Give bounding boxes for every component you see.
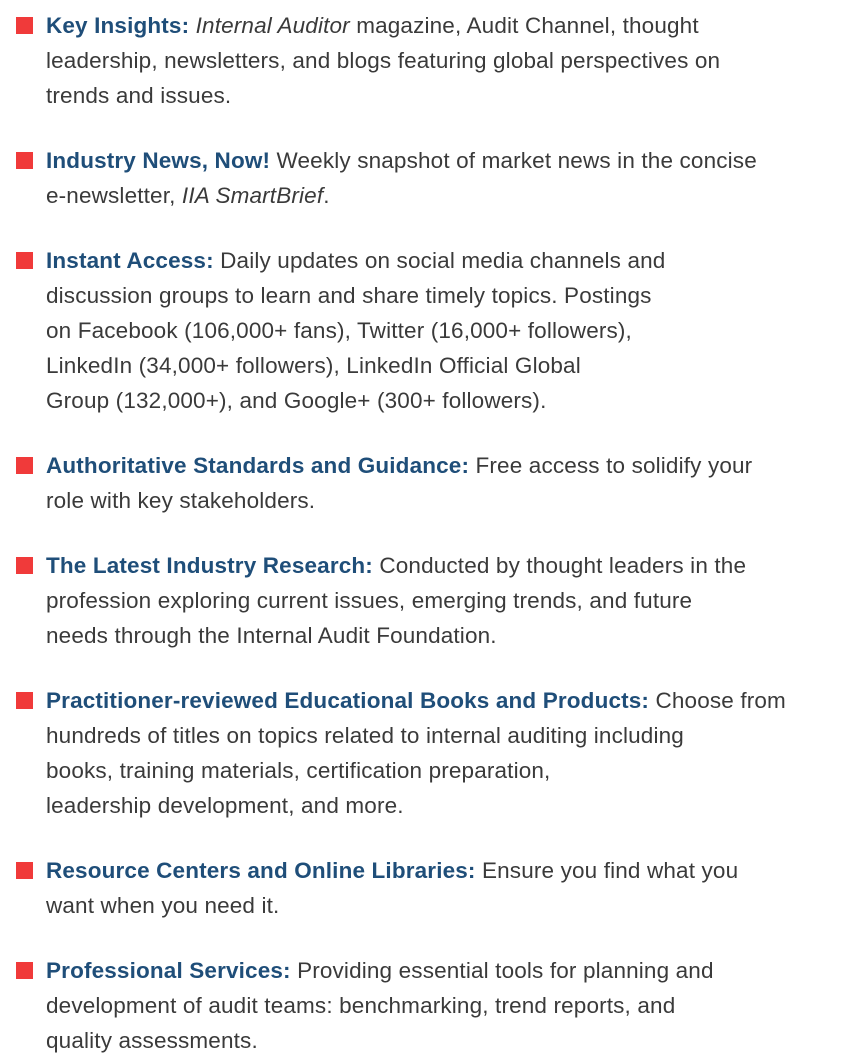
square-bullet-icon bbox=[16, 692, 33, 709]
benefit-line: discussion groups to learn and share tim… bbox=[46, 278, 826, 313]
benefit-text: Ensure you find what you bbox=[475, 858, 739, 883]
benefit-line: needs through the Internal Audit Foundat… bbox=[46, 618, 826, 653]
benefit-item: Resource Centers and Online Libraries: E… bbox=[16, 853, 826, 923]
benefit-text: . bbox=[323, 183, 330, 208]
benefit-text: on Facebook (106,000+ fans), Twitter (16… bbox=[46, 318, 632, 343]
benefit-line: profession exploring current issues, eme… bbox=[46, 583, 826, 618]
square-bullet-icon bbox=[16, 17, 33, 34]
benefit-line: e-newsletter, IIA SmartBrief. bbox=[46, 178, 826, 213]
benefit-item: The Latest Industry Research: Conducted … bbox=[16, 548, 826, 653]
benefit-line: hundreds of titles on topics related to … bbox=[46, 718, 826, 753]
benefit-line: LinkedIn (34,000+ followers), LinkedIn O… bbox=[46, 348, 826, 383]
benefit-text: books, training materials, certification… bbox=[46, 758, 551, 783]
benefit-text: Group (132,000+), and Google+ (300+ foll… bbox=[46, 388, 547, 413]
benefit-item: Instant Access: Daily updates on social … bbox=[16, 243, 826, 418]
benefit-title: Key Insights: bbox=[46, 13, 190, 38]
square-bullet-icon bbox=[16, 457, 33, 474]
benefit-text: role with key stakeholders. bbox=[46, 488, 316, 513]
square-bullet-icon bbox=[16, 152, 33, 169]
benefit-text: Weekly snapshot of market news in the co… bbox=[270, 148, 757, 173]
benefit-line: Group (132,000+), and Google+ (300+ foll… bbox=[46, 383, 826, 418]
benefit-line: leadership development, and more. bbox=[46, 788, 826, 823]
benefit-line: want when you need it. bbox=[46, 888, 826, 923]
benefit-text: Conducted by thought leaders in the bbox=[372, 553, 747, 578]
benefit-text: Providing essential tools for planning a… bbox=[290, 958, 714, 983]
benefit-text: Choose from bbox=[649, 688, 786, 713]
benefit-text: e-newsletter, bbox=[46, 183, 182, 208]
benefit-item: Industry News, Now! Weekly snapshot of m… bbox=[16, 143, 826, 213]
benefits-list: Key Insights: Internal Auditor magazine,… bbox=[0, 0, 846, 1058]
benefit-line: on Facebook (106,000+ fans), Twitter (16… bbox=[46, 313, 826, 348]
benefit-line: Key Insights: Internal Auditor magazine,… bbox=[46, 8, 826, 43]
benefit-text: discussion groups to learn and share tim… bbox=[46, 283, 652, 308]
benefit-line: Instant Access: Daily updates on social … bbox=[46, 243, 826, 278]
benefit-text: leadership development, and more. bbox=[46, 793, 404, 818]
benefit-title: Professional Services: bbox=[46, 958, 291, 983]
benefit-title: Practitioner-reviewed Educational Books … bbox=[46, 688, 650, 713]
benefit-title: Industry News, Now! bbox=[46, 148, 271, 173]
benefit-text: hundreds of titles on topics related to … bbox=[46, 723, 684, 748]
square-bullet-icon bbox=[16, 962, 33, 979]
benefit-line: Professional Services: Providing essenti… bbox=[46, 953, 826, 988]
benefit-line: development of audit teams: benchmarking… bbox=[46, 988, 826, 1023]
benefit-text: needs through the Internal Audit Foundat… bbox=[46, 623, 497, 648]
benefit-line: Practitioner-reviewed Educational Books … bbox=[46, 683, 826, 718]
benefit-line: leadership, newsletters, and blogs featu… bbox=[46, 43, 826, 78]
benefit-text: leadership, newsletters, and blogs featu… bbox=[46, 48, 721, 73]
benefit-line: Industry News, Now! Weekly snapshot of m… bbox=[46, 143, 826, 178]
publication-name: IIA SmartBrief bbox=[181, 183, 324, 208]
benefit-line: quality assessments. bbox=[46, 1023, 826, 1058]
benefit-title: Instant Access: bbox=[46, 248, 214, 273]
benefit-title: Resource Centers and Online Libraries: bbox=[46, 858, 476, 883]
benefit-text: LinkedIn (34,000+ followers), LinkedIn O… bbox=[46, 353, 581, 378]
benefit-title: Authoritative Standards and Guidance: bbox=[46, 453, 470, 478]
benefit-line: The Latest Industry Research: Conducted … bbox=[46, 548, 826, 583]
square-bullet-icon bbox=[16, 862, 33, 879]
benefit-line: Resource Centers and Online Libraries: E… bbox=[46, 853, 826, 888]
benefit-line: Authoritative Standards and Guidance: Fr… bbox=[46, 448, 826, 483]
benefit-text: Free access to solidify your bbox=[469, 453, 753, 478]
benefit-item: Key Insights: Internal Auditor magazine,… bbox=[16, 8, 826, 113]
benefit-text: development of audit teams: benchmarking… bbox=[46, 993, 676, 1018]
benefit-item: Practitioner-reviewed Educational Books … bbox=[16, 683, 826, 823]
benefit-text: Daily updates on social media channels a… bbox=[213, 248, 666, 273]
publication-name: Internal Auditor bbox=[195, 13, 350, 38]
benefit-text: quality assessments. bbox=[46, 1028, 258, 1053]
benefit-line: books, training materials, certification… bbox=[46, 753, 826, 788]
benefit-text: magazine, Audit Channel, thought bbox=[349, 13, 699, 38]
benefit-text: want when you need it. bbox=[46, 893, 280, 918]
square-bullet-icon bbox=[16, 252, 33, 269]
square-bullet-icon bbox=[16, 557, 33, 574]
benefit-line: role with key stakeholders. bbox=[46, 483, 826, 518]
benefit-text: profession exploring current issues, eme… bbox=[46, 588, 693, 613]
benefit-text: trends and issues. bbox=[46, 83, 232, 108]
benefit-item: Professional Services: Providing essenti… bbox=[16, 953, 826, 1058]
benefit-item: Authoritative Standards and Guidance: Fr… bbox=[16, 448, 826, 518]
benefit-title: The Latest Industry Research: bbox=[46, 553, 373, 578]
benefit-line: trends and issues. bbox=[46, 78, 826, 113]
